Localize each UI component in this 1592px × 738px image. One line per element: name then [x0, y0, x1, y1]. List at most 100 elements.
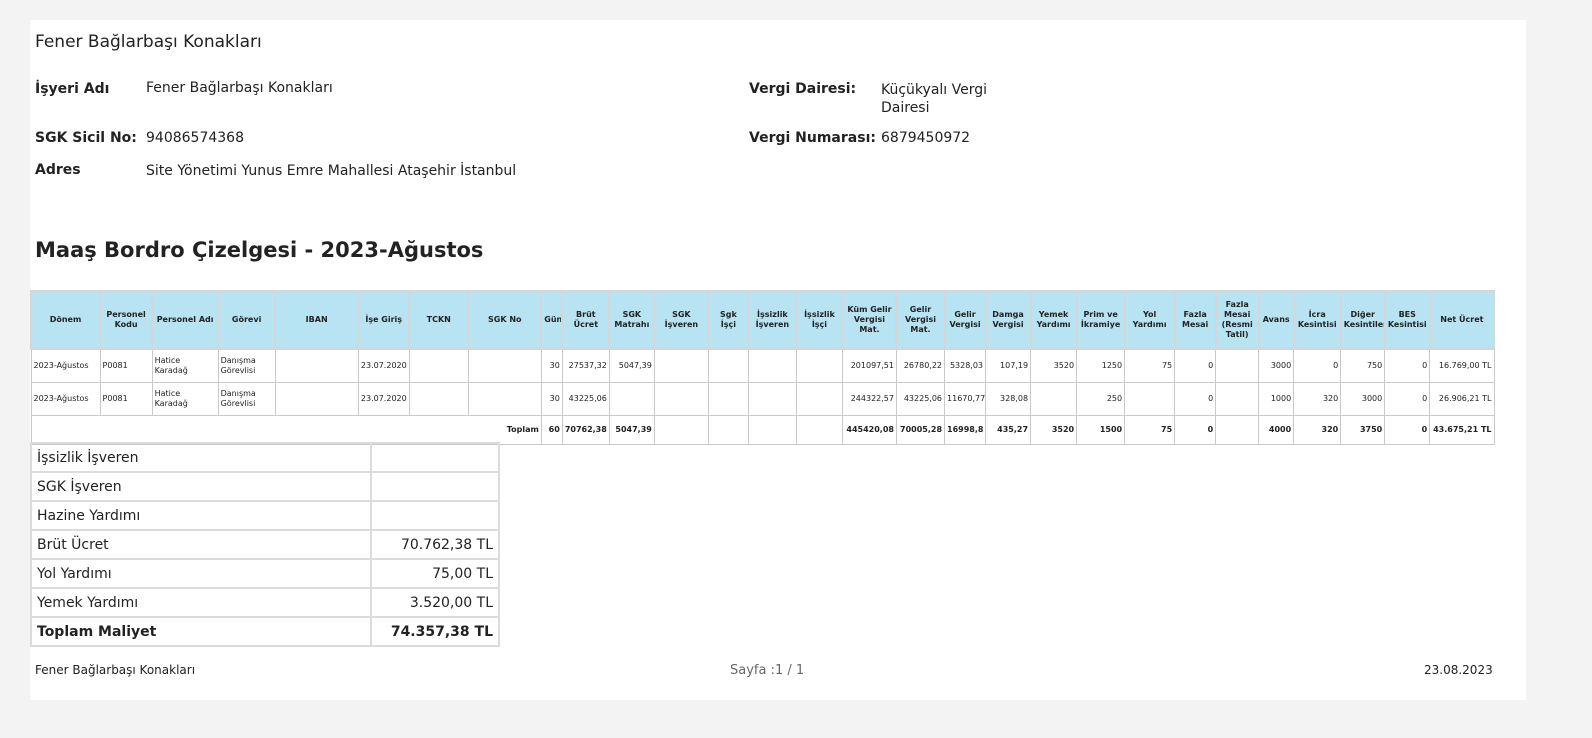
footer-date: 23.08.2023	[1424, 663, 1493, 677]
vergi-dairesi-value-line1: Küçükyalı Vergi	[881, 82, 988, 98]
cell-kum-gelir-vergisi-mat: 201097,51	[841, 348, 897, 383]
col-iban: IBAN	[274, 290, 360, 350]
cell-sgk-no	[467, 382, 542, 416]
summary-value: 70.762,38 TL	[370, 529, 500, 560]
total-issizlik-isveren	[747, 415, 797, 445]
adres-value: Site Yönetimi Yunus Emre Mahallesi Ataşe…	[146, 163, 517, 179]
col-issizlik-isveren: İşsizlik İşveren	[747, 290, 798, 350]
total-kum-gelir-vergisi-mat: 445420,08	[841, 415, 897, 445]
summary-value: 75,00 TL	[370, 558, 500, 589]
bordro-table: Dönem Personel Kodu Personel Adı Görevi …	[29, 290, 1496, 445]
cell-net-ucret: 26.906,21 TL	[1429, 382, 1495, 416]
col-sgk-matrahi: SGK Matrahı	[608, 290, 656, 350]
cell-fazla-mesai-resmi-tatil	[1215, 382, 1260, 416]
table-header-row: Dönem Personel Kodu Personel Adı Görevi …	[29, 290, 1496, 350]
total-icra-kesintisi: 320	[1293, 415, 1342, 445]
summary-total-row: Toplam Maliyet 74.357,38 TL	[30, 616, 500, 647]
total-bes-kesintisi: 0	[1384, 415, 1431, 445]
isyeri-label: İşyeri Adı	[35, 81, 110, 97]
total-fazla-mesai-resmi-tatil	[1215, 415, 1260, 445]
cell-sgk-matrahi: 5047,39	[608, 348, 655, 383]
col-sgk-isci: Sgk İşçi	[707, 290, 750, 350]
total-prim-ikramiye: 1500	[1076, 415, 1126, 445]
cell-gelir-vergisi-mat: 43225,06	[895, 382, 946, 416]
cell-gorevi: Danışma Görevlisi	[217, 382, 276, 416]
summary-value	[370, 442, 500, 473]
cell-kum-gelir-vergisi-mat: 244322,57	[841, 382, 897, 416]
cell-personel-adi: Hatice Karadağ	[151, 348, 219, 383]
col-bes-kesintisi: BES Kesintisi	[1383, 290, 1431, 350]
col-gelir-vergisi: Gelir Vergisi	[943, 290, 987, 350]
cell-damga-vergisi: 328,08	[985, 382, 1032, 416]
cell-avans: 3000	[1258, 348, 1295, 383]
summary-label: SGK İşveren	[30, 471, 372, 502]
cell-personel-adi: Hatice Karadağ	[151, 382, 219, 416]
cell-fazla-mesai-resmi-tatil	[1215, 348, 1260, 383]
vergi-dairesi-value: Küçükyalı Vergi Dairesi	[881, 81, 987, 117]
vergi-dairesi-value-line2: Dairesi	[881, 100, 930, 116]
report-page: Fener Bağlarbaşı Konakları İşyeri Adı Fe…	[29, 20, 1526, 700]
cell-sgk-isveren	[653, 382, 709, 416]
cell-tckn	[408, 382, 469, 416]
footer-company: Fener Bağlarbaşı Konakları	[35, 663, 196, 677]
summary-row: Brüt Ücret 70.762,38 TL	[30, 529, 500, 560]
summary-label: Brüt Ücret	[30, 529, 372, 560]
cell-icra-kesintisi: 0	[1293, 348, 1342, 383]
adres-label: Adres	[35, 162, 81, 178]
col-personel-kodu: Personel Kodu	[99, 290, 154, 350]
cell-donem: 2023-Ağustos	[30, 382, 101, 416]
cell-issizlik-isci	[795, 348, 843, 383]
total-yemek-yardimi: 3520	[1030, 415, 1078, 445]
total-label: Toplam	[30, 415, 542, 445]
total-gelir-vergisi: 16998,8	[944, 415, 987, 445]
summary-label: Yol Yardımı	[30, 558, 372, 589]
total-net-ucret: 43.675,21 TL	[1429, 415, 1495, 445]
cell-gelir-vergisi: 5328,03	[944, 348, 987, 383]
cell-damga-vergisi: 107,19	[985, 348, 1032, 383]
total-sgk-isveren	[653, 415, 709, 445]
summary-label: İşsizlik İşveren	[30, 442, 372, 473]
report-title: Maaş Bordro Çizelgesi - 2023-Ağustos	[35, 238, 484, 262]
cell-issizlik-isci	[795, 382, 843, 416]
vergi-no-label: Vergi Numarası:	[749, 130, 876, 146]
vergi-dairesi-label: Vergi Dairesi:	[749, 81, 857, 97]
col-kum-gelir-vergisi-mat: Küm Gelir Vergisi Mat.	[841, 290, 898, 350]
total-fazla-mesai: 0	[1174, 415, 1217, 445]
total-gun: 60	[540, 415, 563, 445]
cell-ise-giris: 23.07.2020	[357, 382, 410, 416]
cell-issizlik-isveren	[747, 382, 797, 416]
cell-iban	[274, 348, 359, 383]
cell-net-ucret: 16.769,00 TL	[1429, 348, 1495, 383]
cell-bes-kesintisi: 0	[1384, 348, 1431, 383]
cell-brut-ucret: 43225,06	[561, 382, 610, 416]
col-personel-adi: Personel Adı	[151, 290, 220, 350]
summary-row: İşsizlik İşveren	[30, 442, 500, 473]
cell-personel-kodu: P0081	[99, 382, 153, 416]
col-tckn: TCKN	[408, 290, 470, 350]
cell-sgk-isveren	[653, 348, 709, 383]
total-sgk-isci	[707, 415, 749, 445]
total-damga-vergisi: 435,27	[985, 415, 1032, 445]
table-row: 2023-Ağustos P0081 Hatice Karadağ Danışm…	[30, 348, 1495, 383]
col-donem: Dönem	[29, 290, 102, 350]
summary-row: Hazine Yardımı	[30, 500, 500, 531]
cell-fazla-mesai: 0	[1174, 348, 1217, 383]
summary-value	[370, 500, 500, 531]
cell-personel-kodu: P0081	[99, 348, 153, 383]
vergi-no-value: 6879450972	[881, 130, 971, 146]
col-net-ucret: Net Ücret	[1428, 290, 1496, 350]
col-yemek-yardimi: Yemek Yardımı	[1029, 290, 1078, 350]
cell-avans: 1000	[1258, 382, 1295, 416]
total-avans: 4000	[1258, 415, 1295, 445]
cell-fazla-mesai: 0	[1174, 382, 1217, 416]
cell-prim-ikramiye: 1250	[1076, 348, 1126, 383]
sgk-sicil-value: 94086574368	[146, 130, 244, 146]
total-gelir-vergisi-mat: 70005,28	[895, 415, 946, 445]
cell-bes-kesintisi: 0	[1384, 382, 1431, 416]
cell-sgk-isci	[707, 382, 749, 416]
summary-value	[370, 471, 500, 502]
cell-gorevi: Danışma Görevlisi	[217, 348, 276, 383]
summary-row: Yemek Yardımı 3.520,00 TL	[30, 587, 500, 618]
total-sgk-matrahi: 5047,39	[608, 415, 655, 445]
cell-prim-ikramiye: 250	[1076, 382, 1126, 416]
